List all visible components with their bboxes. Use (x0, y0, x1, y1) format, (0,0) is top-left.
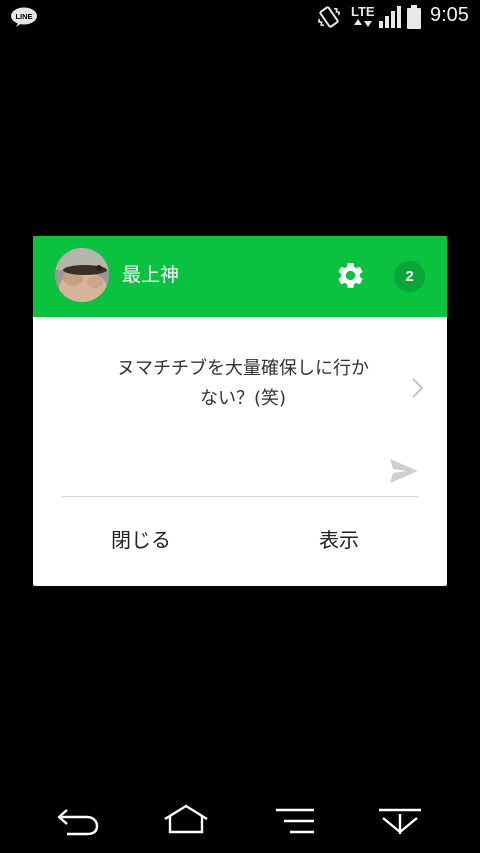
show-button[interactable]: 表示 (283, 514, 395, 566)
send-icon[interactable] (389, 458, 419, 484)
avatar-photo (55, 248, 109, 302)
settings-gear-icon[interactable] (335, 260, 366, 291)
signal-icon (379, 6, 401, 28)
notification-down-icon[interactable] (375, 802, 425, 842)
sender-name: 最上神 (122, 264, 180, 286)
message-text[interactable]: ヌマチチブを大量確保しに行か ない？(笑) (93, 354, 393, 414)
line-app-icon: LINE (11, 7, 37, 27)
status-clock: 9:05 (430, 4, 469, 26)
network-type-label: LTE (351, 4, 375, 19)
unread-count-badge: 2 (394, 261, 425, 292)
chevron-right-icon[interactable] (411, 377, 425, 399)
avatar[interactable] (55, 248, 109, 302)
svg-text:LINE: LINE (15, 12, 32, 21)
home-icon[interactable] (161, 802, 211, 842)
back-icon[interactable] (53, 802, 103, 842)
message-line-2: ない？(笑) (199, 388, 287, 409)
popup-header: 最上神 2 (33, 236, 447, 317)
lte-arrows-icon (354, 19, 372, 27)
close-button[interactable]: 閉じる (83, 514, 199, 566)
vibrate-icon (317, 6, 341, 28)
status-bar: LINE LTE 9:05 (0, 0, 480, 34)
navigation-bar (0, 790, 480, 853)
battery-icon (407, 5, 421, 29)
reply-divider (61, 496, 419, 497)
screen: LINE LTE 9:05 最上神 2 ヌマチチブを大量確保しに行か ない？(笑… (0, 0, 480, 853)
notification-popup: 最上神 2 ヌマチチブを大量確保しに行か ない？(笑) 閉じる 表示 (33, 236, 447, 586)
menu-icon[interactable] (272, 802, 322, 842)
message-line-1: ヌマチチブを大量確保しに行か (117, 358, 369, 379)
